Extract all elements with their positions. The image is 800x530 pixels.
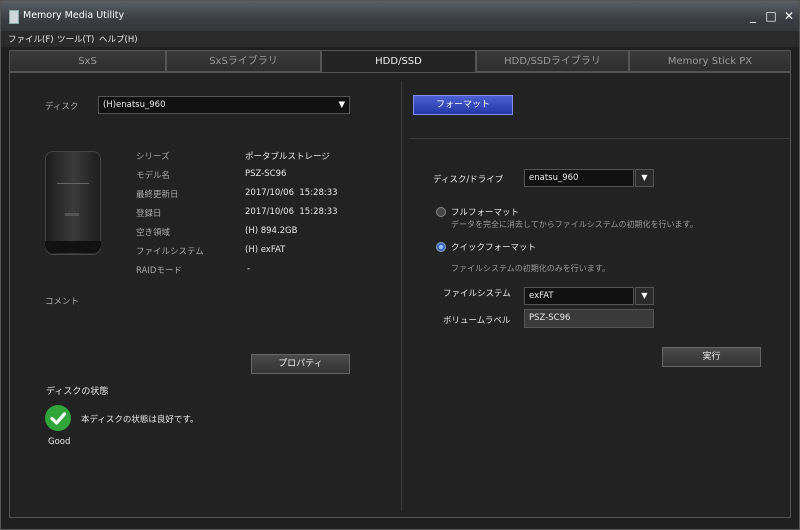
app-icon [9,10,19,24]
right-separator [409,138,789,139]
window-title: Memory Media Utility [23,10,125,21]
chevron-down-icon[interactable]: ▼ [635,287,654,305]
volume-label-input[interactable]: PSZ-SC96 [524,309,654,328]
close-button[interactable]: ✕ [781,8,797,24]
disk-status-title: ディスクの状態 [46,387,109,397]
check-mark-glyph [50,412,67,425]
info-value-registered: 2017/10/06 15:28:33 [245,207,338,217]
quick-format-radio[interactable] [436,242,446,252]
execute-button[interactable]: 実行 [662,347,761,367]
info-value-free-space: (H) 894.2GB [245,226,298,236]
minimize-button[interactable]: _ [745,8,761,24]
disk-label: ディスク [45,102,79,112]
storage-device-image [45,151,101,255]
tab-sxs[interactable]: SxS [9,50,166,72]
check-icon [45,405,71,431]
device-base [45,241,101,253]
disk-status-text: Good [48,437,71,447]
comment-label: コメント [45,297,80,307]
tab-memory-stick-px[interactable]: Memory Stick PX [629,50,791,72]
chevron-down-icon: ▼ [338,100,345,110]
disk-status-message: 本ディスクの状態は良好です。 [81,415,199,425]
tab-hdd-ssd[interactable]: HDD/SSD [321,50,476,74]
full-format-description: データを完全に消去してからファイルシステムの初期化を行います。 [451,220,698,229]
quick-format-label[interactable]: クイックフォーマット [451,241,536,253]
filesystem-label: ファイルシステム [443,289,511,299]
filesystem-select[interactable]: exFAT [524,287,634,305]
info-value-series: ポータブルストレージ [245,152,330,162]
pane-divider [401,81,402,511]
device-detail [65,213,79,216]
chevron-down-icon[interactable]: ▼ [635,169,654,187]
info-value-model: PSZ-SC96 [245,169,287,179]
info-label-series: シリーズ [136,152,170,162]
menu-tools[interactable]: ツール(T) [57,33,94,45]
app-window: Memory Media Utility _ □ ✕ ファイル(F) ツール(T… [0,0,800,530]
disk-select[interactable]: (H)enatsu_960 ▼ [98,96,350,114]
info-label-free-space: 空き領域 [136,228,171,238]
info-label-raid-mode: RAIDモード [136,266,182,276]
info-label-registered: 登録日 [136,209,162,219]
info-label-file-system: ファイルシステム [136,247,204,257]
info-label-model: モデル名 [136,171,171,181]
info-value-last-updated: 2017/10/06 15:28:33 [245,188,338,198]
title-bar[interactable]: Memory Media Utility _ □ ✕ [1,1,799,31]
volume-label-label: ボリュームラベル [443,316,511,326]
info-value-raid-mode: - [247,264,251,274]
full-format-radio[interactable] [436,207,446,217]
menu-help[interactable]: ヘルプ(H) [99,33,138,45]
device-detail [57,183,89,184]
tab-bar: SxS SxSライブラリ HDD/SSD HDD/SSDライブラリ Memory… [9,50,791,74]
disk-select-value: (H)enatsu_960 [103,100,166,110]
tab-sxs-library[interactable]: SxSライブラリ [166,50,321,72]
drive-select[interactable]: enatsu_960 [524,169,634,187]
quick-format-description: ファイルシステムの初期化のみを行います。 [451,264,610,273]
format-button[interactable]: フォーマット [413,95,513,115]
full-format-label[interactable]: フルフォーマット [451,206,519,218]
properties-button[interactable]: プロパティ [251,354,350,374]
maximize-button[interactable]: □ [763,8,779,24]
info-label-last-updated: 最終更新日 [136,190,179,200]
tab-hdd-ssd-library[interactable]: HDD/SSDライブラリ [476,50,629,72]
info-value-file-system: (H) exFAT [245,245,286,255]
drive-label: ディスク/ドライブ [433,175,504,185]
menu-file[interactable]: ファイル(F) [8,33,54,45]
